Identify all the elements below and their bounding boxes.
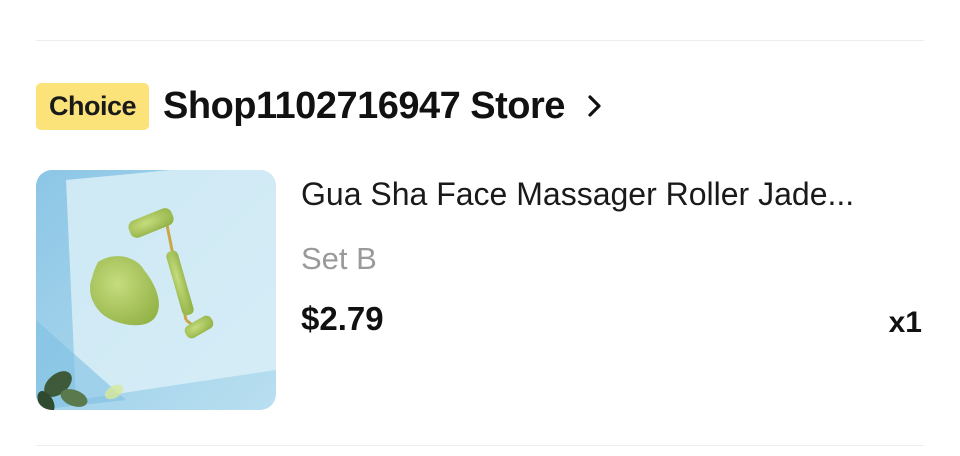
top-divider [36,40,924,41]
bottom-divider [36,445,924,446]
product-variant: Set B [301,241,377,276]
product-quantity: x1 [888,306,922,339]
chevron-right-icon[interactable] [587,94,603,118]
product-title[interactable]: Gua Sha Face Massager Roller Jade... [301,176,911,213]
store-header: Choice Shop1102716947 Store [36,82,603,130]
store-name-link[interactable]: Shop1102716947 Store [163,85,565,128]
product-price: $2.79 [301,300,384,337]
product-thumbnail[interactable] [36,170,276,410]
choice-badge: Choice [36,82,150,130]
